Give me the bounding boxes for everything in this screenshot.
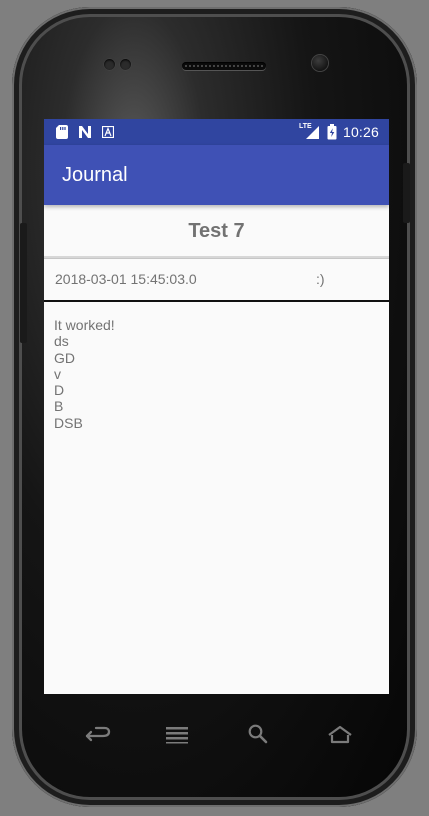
proximity-sensor-icon [104, 59, 115, 70]
speaker-grille [182, 62, 266, 70]
entry-mood: :) [316, 271, 325, 287]
app-screen: LTE 10:26 Journal Test 7 2018-03-01 15:4… [44, 119, 389, 694]
entry-body-line: DSB [54, 414, 83, 431]
app-title: Journal [62, 164, 128, 186]
entry-timestamp: 2018-03-01 15:45:03.0 [55, 271, 197, 287]
n-icon [78, 125, 92, 139]
entry-body-line: GD [54, 349, 75, 366]
entry-meta-row: 2018-03-01 15:45:03.0 :) [44, 259, 389, 300]
search-icon[interactable] [247, 723, 269, 745]
sd-card-icon [56, 125, 68, 139]
entry-body-line: D [54, 382, 65, 399]
light-sensor-icon [120, 59, 131, 70]
app-bar: Journal [44, 145, 389, 205]
signal-icon: LTE [298, 123, 321, 140]
entry-body-line: v [54, 365, 61, 382]
volume-button [20, 223, 27, 343]
network-label: LTE [298, 123, 312, 130]
status-right-icons: LTE 10:26 [299, 122, 379, 142]
power-button [403, 163, 410, 223]
menu-icon[interactable] [165, 726, 189, 744]
entry-title: Test 7 [188, 219, 245, 242]
back-icon[interactable] [84, 726, 112, 744]
status-time: 10:26 [342, 124, 379, 140]
device-mockup: LTE 10:26 Journal Test 7 2018-03-01 15:4… [0, 0, 429, 816]
entry-body: It worked! ds GD v D B DSB [54, 317, 374, 431]
content-divider [44, 300, 389, 302]
entry-body-line: B [54, 398, 64, 415]
home-icon[interactable] [326, 725, 354, 745]
battery-icon [327, 124, 337, 140]
status-left-icons [56, 125, 114, 139]
a-icon [102, 126, 114, 138]
system-navigation-bar [44, 694, 389, 776]
entry-body-line: ds [54, 333, 69, 350]
status-bar: LTE 10:26 [44, 119, 389, 145]
front-camera-icon [312, 55, 328, 71]
entry-body-line: It worked! [54, 317, 115, 333]
